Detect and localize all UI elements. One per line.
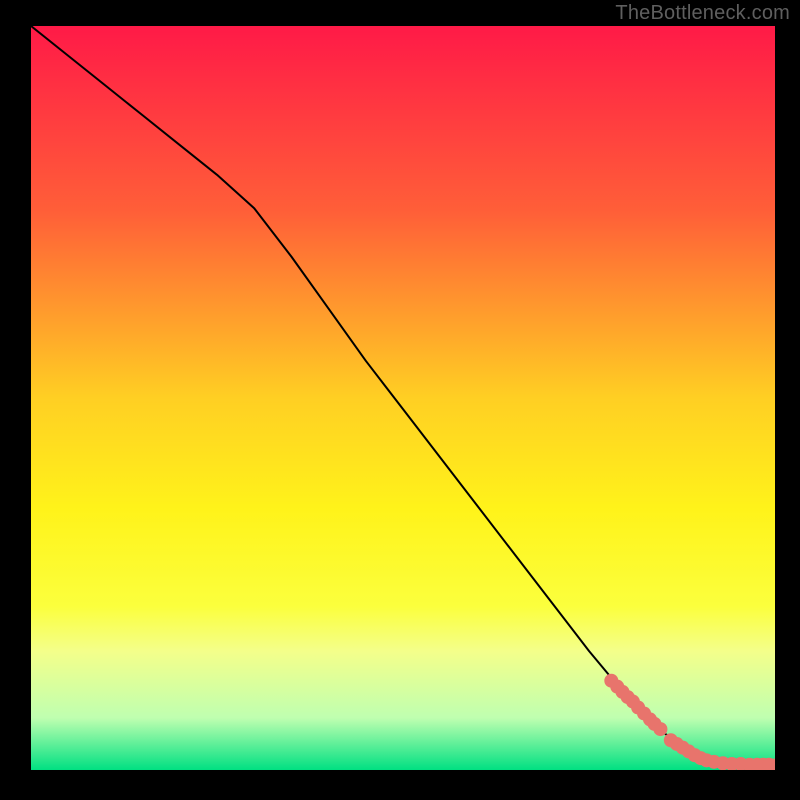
chart-svg <box>31 26 775 770</box>
plot-area <box>31 26 775 770</box>
chart-frame: TheBottleneck.com <box>0 0 800 800</box>
scatter-point <box>653 722 667 736</box>
gradient-background <box>31 26 775 770</box>
watermark-label: TheBottleneck.com <box>615 2 790 25</box>
